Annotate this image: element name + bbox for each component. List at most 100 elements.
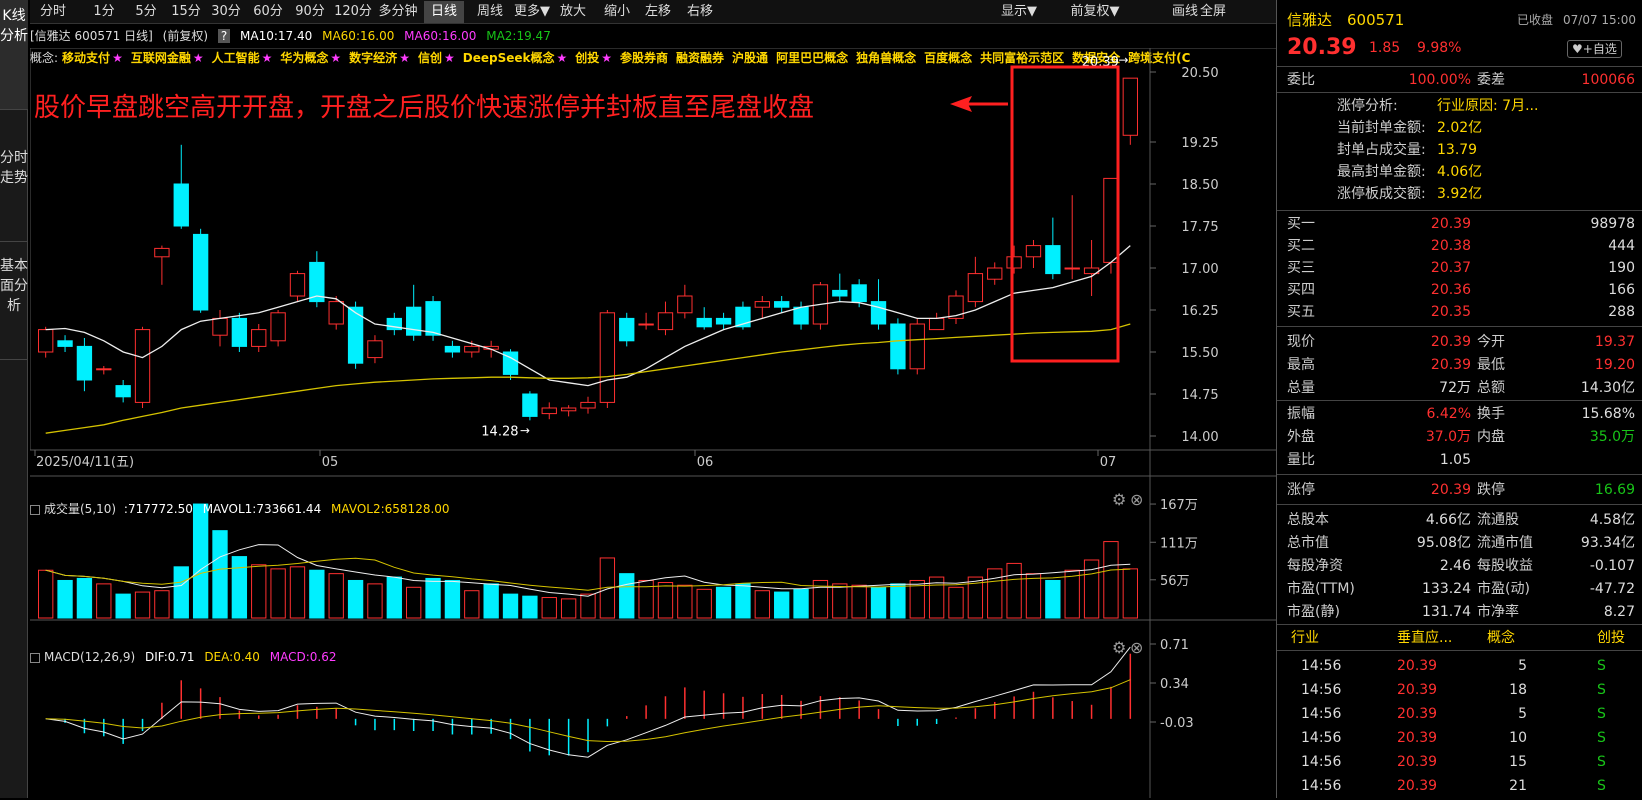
toolbar-btn-17[interactable]: 前复权▼ [1066, 1, 1124, 23]
quote-label: 最高 [1287, 357, 1315, 373]
tick-row: 14:56 20.39 21 S [1277, 774, 1642, 798]
webi-label: 委比 [1287, 72, 1315, 88]
toolbar-btn-3[interactable]: 15分 [168, 1, 204, 23]
tick-time: 14:56 [1301, 682, 1342, 698]
tick-side: S [1597, 658, 1606, 674]
volume-value: 717772.50 [127, 502, 193, 516]
x-axis-label: 07 [1100, 455, 1117, 470]
toolbar-btn-5[interactable]: 60分 [249, 1, 287, 23]
candle [134, 329, 151, 403]
tick-row: 14:56 20.39 5 S [1277, 654, 1642, 678]
toolbar-btn-1[interactable]: 1分 [85, 1, 123, 23]
highlight-box [1010, 65, 1120, 363]
toolbar-btn-0[interactable]: 分时 [30, 1, 76, 23]
x-axis-label: 06 [697, 455, 714, 470]
tab-fundamental-analysis[interactable]: 基本面分析 [0, 250, 28, 360]
candle [251, 329, 267, 347]
bid-price: 20.36 [1430, 282, 1471, 298]
toolbar-btn-13[interactable]: 缩小 [598, 1, 636, 23]
kline-chart[interactable]: 20.50 19.25 18.50 17.75 17.00 16.25 15.50 14.75… [30, 48, 1276, 800]
toolbar-btn-19[interactable]: 全屏 [1194, 1, 1232, 23]
industry-tab[interactable]: 创投 [1597, 626, 1625, 650]
quote-row: 总量 72万 总额 14.30亿 [1277, 376, 1642, 400]
add-watchlist-button[interactable]: ♥+自选 [1567, 40, 1622, 58]
ma10-line [45, 245, 1131, 387]
tick-volume: 5 [1518, 706, 1527, 722]
toolbar-btn-2[interactable]: 5分 [127, 1, 165, 23]
candle [96, 368, 112, 371]
toolbar-btn-4[interactable]: 30分 [207, 1, 245, 23]
fund-value: 131.74 [1422, 604, 1471, 620]
candle [1025, 245, 1042, 258]
toolbar-btn-9[interactable]: 日线 [424, 1, 464, 23]
toolbar-btn-10[interactable]: 周线 [471, 1, 509, 23]
candle [1122, 77, 1138, 136]
candle [851, 284, 867, 303]
volume-bar [1103, 541, 1119, 619]
candle [38, 329, 54, 353]
volume-bar [580, 593, 596, 619]
volume-bar [347, 579, 364, 619]
quote-value: 14.30亿 [1580, 380, 1635, 396]
volume-box-icon[interactable] [30, 504, 40, 515]
bid-volume: 98978 [1590, 216, 1635, 232]
macd-tick-label: 0.71 [1160, 638, 1189, 653]
candle [774, 301, 790, 308]
fund-label: 市盈(TTM) [1287, 581, 1355, 597]
volume-bar [890, 583, 906, 619]
candle [1064, 267, 1080, 270]
mavol2-line [45, 557, 1131, 591]
industry-tab[interactable]: 垂直应... [1397, 626, 1452, 650]
candle [444, 345, 461, 353]
limit-row: 涨停 20.39 跌停 16.69 [1277, 478, 1642, 502]
volume-bar [483, 583, 499, 619]
toolbar-btn-6[interactable]: 90分 [290, 1, 330, 23]
quote-label: 内盘 [1477, 429, 1505, 445]
toolbar-btn-15[interactable]: 右移 [681, 1, 719, 23]
candle [1006, 256, 1022, 269]
toolbar-btn-12[interactable]: 放大 [553, 1, 593, 23]
industry-tab[interactable]: 概念 [1487, 626, 1515, 650]
volume-bar [715, 586, 732, 619]
ma60-value-a: MA60:16.00 [322, 29, 395, 43]
stock-code: 600571 [1347, 11, 1405, 29]
limit-up-value: 行业原因: 7月... [1437, 98, 1539, 114]
industry-tab[interactable]: 行业 [1291, 626, 1319, 650]
macd-box-icon[interactable] [30, 652, 40, 663]
toolbar-btn-11[interactable]: 更多▼ [512, 1, 552, 23]
fund-label: 总股本 [1287, 512, 1329, 528]
limit-up-row: 封单占成交量: 13.79 [1277, 138, 1642, 162]
price-row: 20.39 1.85 9.98% ♥+自选 [1277, 36, 1642, 60]
quote-label: 振幅 [1287, 406, 1315, 422]
candle [270, 312, 286, 342]
fund-label: 每股净资 [1287, 558, 1343, 574]
toolbar-btn-14[interactable]: 左移 [639, 1, 677, 23]
limit-down-price: 16.69 [1594, 482, 1635, 498]
fund-value: 95.08亿 [1416, 535, 1471, 551]
y-tick-label: 17.75 [1181, 220, 1218, 235]
quote-label: 总额 [1477, 380, 1505, 396]
help-icon[interactable]: ? [217, 29, 231, 43]
dif-value: 0.71 [167, 650, 195, 664]
volume-bar [192, 503, 209, 619]
fund-row: 总市值 95.08亿 流通市值 93.34亿 [1277, 531, 1642, 555]
volume-bar [386, 576, 402, 619]
candle [677, 295, 693, 314]
volume-bar [619, 573, 635, 619]
tick-price: 20.39 [1397, 730, 1438, 746]
fund-label: 市净率 [1477, 604, 1519, 620]
tab-kline-analysis[interactable]: K线分析 [0, 0, 28, 110]
separator [1277, 474, 1642, 475]
volume-bar [367, 583, 383, 619]
tab-intraday-trend[interactable]: 分时走势 [0, 142, 28, 242]
quote-value: 19.20 [1594, 357, 1635, 373]
dea-value: 0.40 [233, 650, 260, 664]
volume-bar [464, 590, 480, 619]
wecha-label: 委差 [1477, 72, 1505, 88]
fund-label: 每股收益 [1477, 558, 1533, 574]
fund-value: 4.66亿 [1425, 512, 1471, 528]
candle [406, 306, 422, 336]
toolbar-btn-16[interactable]: 显示▼ [1000, 1, 1038, 23]
toolbar-btn-8[interactable]: 多分钟 [375, 1, 421, 23]
toolbar-btn-7[interactable]: 120分 [333, 1, 373, 23]
